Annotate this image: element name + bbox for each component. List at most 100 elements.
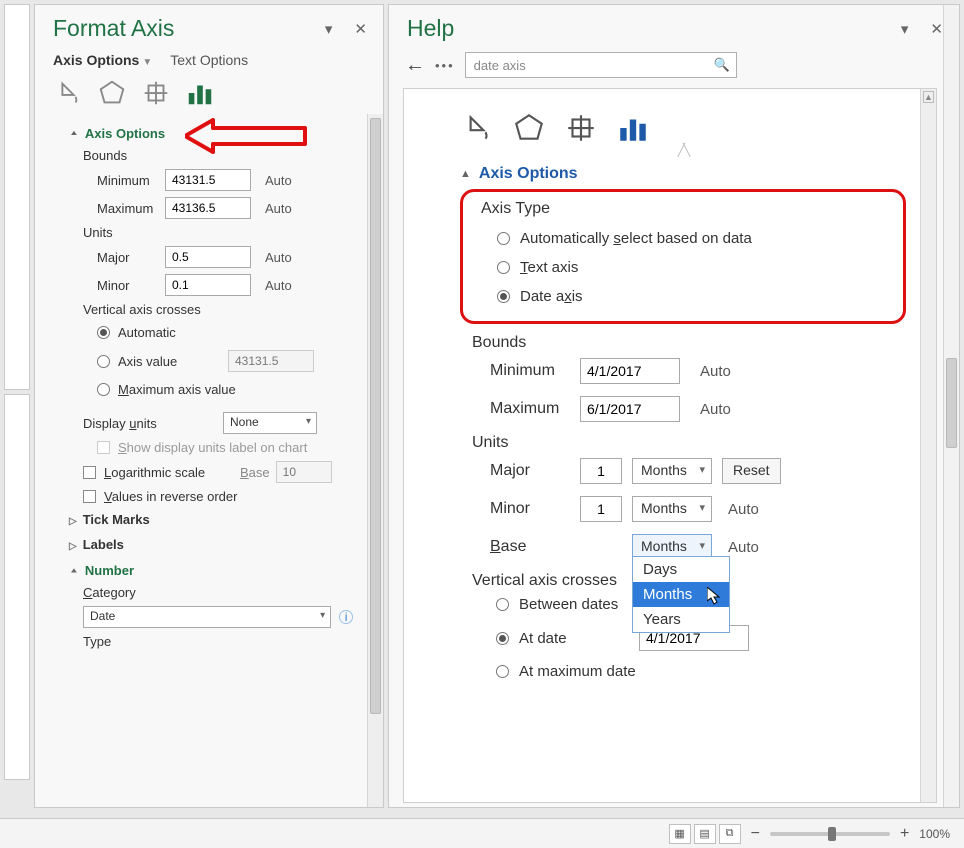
zoom-slider[interactable] — [770, 832, 890, 836]
display-units-select[interactable]: None — [223, 412, 317, 434]
format-axis-title: Format Axis — [53, 15, 174, 42]
fill-icon[interactable] — [460, 111, 494, 145]
help-min-label: Minimum — [460, 362, 580, 380]
help-min-input[interactable] — [580, 358, 680, 384]
help-minor-unit-select[interactable]: Months — [632, 496, 712, 522]
pane-options-icon[interactable]: ▾ — [325, 20, 333, 38]
section-axis-options[interactable]: Axis Options — [55, 120, 353, 145]
more-icon[interactable]: ••• — [435, 58, 455, 73]
type-label: Type — [55, 631, 353, 652]
effects-icon[interactable] — [512, 111, 546, 145]
view-normal-icon[interactable]: ▦ — [669, 824, 691, 844]
tab-text-options[interactable]: Text Options — [170, 52, 248, 68]
help-major-num[interactable] — [580, 458, 622, 484]
min-input[interactable] — [165, 169, 251, 191]
log-scale-checkbox[interactable] — [83, 466, 96, 479]
tab-axis-options[interactable]: Axis Options▼ — [53, 52, 152, 68]
section-labels[interactable]: Labels — [55, 532, 353, 557]
help-max-auto[interactable]: Auto — [700, 401, 731, 418]
back-icon[interactable]: ← — [405, 54, 425, 77]
major-auto-button[interactable]: Auto — [265, 250, 292, 265]
chart-icon[interactable] — [616, 111, 650, 145]
display-units-label: Display units — [83, 416, 223, 431]
base-unit-dropdown[interactable]: Days Months Years — [632, 556, 730, 633]
reverse-checkbox[interactable] — [83, 490, 96, 503]
help-min-auto[interactable]: Auto — [700, 363, 731, 380]
help-scrollbar[interactable] — [943, 5, 959, 807]
minor-label: Minor — [55, 278, 165, 293]
size-icon[interactable] — [141, 78, 171, 108]
search-icon[interactable]: 🔍 — [713, 57, 729, 73]
log-base-input[interactable] — [276, 461, 332, 483]
help-base-label: Base — [460, 538, 580, 556]
help-units-heading: Units — [460, 428, 906, 452]
section-tick-marks[interactable]: Tick Marks — [55, 507, 353, 532]
reverse-label: Values in reverse order — [104, 489, 237, 504]
radio-date-axis[interactable]: Date axis — [477, 282, 889, 311]
category-select[interactable]: Date — [83, 606, 331, 628]
zoom-level[interactable]: 100% — [919, 827, 950, 841]
status-bar: ▦ ▤ ⧉ − + 100% — [0, 818, 964, 848]
radio-auto-type[interactable]: Automatically select based on data — [477, 224, 889, 253]
category-label: Category — [55, 582, 353, 603]
help-base-auto[interactable]: Auto — [728, 539, 759, 556]
dropdown-years[interactable]: Years — [633, 607, 729, 632]
help-category-icons — [460, 105, 906, 147]
axis-value-input[interactable] — [228, 350, 314, 372]
help-max-input[interactable] — [580, 396, 680, 422]
help-minor-auto[interactable]: Auto — [728, 501, 759, 518]
radio-text-axis[interactable]: Text axis — [477, 253, 889, 282]
help-pane: Help ▾ ✕ ← ••• date axis 🔍 ╱╲ — [388, 4, 960, 808]
help-minor-num[interactable] — [580, 496, 622, 522]
min-label: Minimum — [55, 173, 165, 188]
help-major-unit-select[interactable]: Months — [632, 458, 712, 484]
dropdown-months[interactable]: Months — [633, 582, 729, 607]
view-page-layout-icon[interactable]: ▤ — [694, 824, 716, 844]
max-auto-button[interactable]: Auto — [265, 201, 292, 216]
help-pane-options-icon[interactable]: ▾ — [901, 20, 909, 38]
radio-at-max-date[interactable]: At maximum date — [460, 657, 906, 686]
bounds-heading: Bounds — [55, 145, 353, 166]
chart-icon[interactable] — [185, 78, 215, 108]
search-input[interactable]: date axis 🔍 — [465, 52, 737, 78]
search-text: date axis — [474, 58, 526, 73]
base-label: Base — [240, 465, 270, 480]
left-scrollbar[interactable] — [367, 114, 383, 807]
format-axis-pane: Format Axis ▾ ✕ Axis Options▼ Text Optio… — [34, 4, 384, 808]
log-scale-label: Logarithmic scale — [104, 465, 240, 480]
view-page-break-icon[interactable]: ⧉ — [719, 824, 741, 844]
effects-icon[interactable] — [97, 78, 127, 108]
help-major-label: Major — [460, 462, 580, 480]
units-heading: Units — [55, 222, 353, 243]
worksheet-gutter — [4, 4, 30, 808]
help-inner-scrollbar[interactable]: ▲ — [920, 89, 936, 802]
size-icon[interactable] — [564, 111, 598, 145]
zoom-in-button[interactable]: + — [900, 825, 909, 843]
notch-indicator: ╱╲ — [460, 143, 906, 157]
help-max-label: Maximum — [460, 400, 580, 418]
radio-axis-value[interactable]: Axis value — [55, 345, 353, 377]
fill-icon[interactable] — [53, 78, 83, 108]
radio-max-axis-value[interactable]: MMaximum axis valueaximum axis value — [55, 377, 353, 402]
section-number[interactable]: Number — [55, 557, 353, 582]
cursor-icon — [707, 587, 721, 605]
major-label: Major — [55, 250, 165, 265]
min-auto-button[interactable]: Auto — [265, 173, 292, 188]
help-section-axis-options[interactable]: ▲Axis Options — [460, 157, 906, 189]
minor-input[interactable] — [165, 274, 251, 296]
close-icon[interactable]: ✕ — [354, 20, 367, 38]
help-title: Help — [407, 15, 454, 42]
radio-auto-cross[interactable]: Automatic — [55, 320, 353, 345]
zoom-out-button[interactable]: − — [751, 825, 760, 843]
axis-type-highlight: Axis Type Automatically select based on … — [460, 189, 906, 324]
show-units-label-checkbox — [97, 441, 110, 454]
major-input[interactable] — [165, 246, 251, 268]
dropdown-days[interactable]: Days — [633, 557, 729, 582]
help-close-icon[interactable]: ✕ — [930, 20, 943, 38]
category-icons — [35, 70, 383, 114]
info-icon[interactable]: i — [339, 610, 353, 624]
help-major-reset-button[interactable]: Reset — [722, 458, 781, 484]
minor-auto-button[interactable]: Auto — [265, 278, 292, 293]
max-label: Maximum — [55, 201, 165, 216]
max-input[interactable] — [165, 197, 251, 219]
